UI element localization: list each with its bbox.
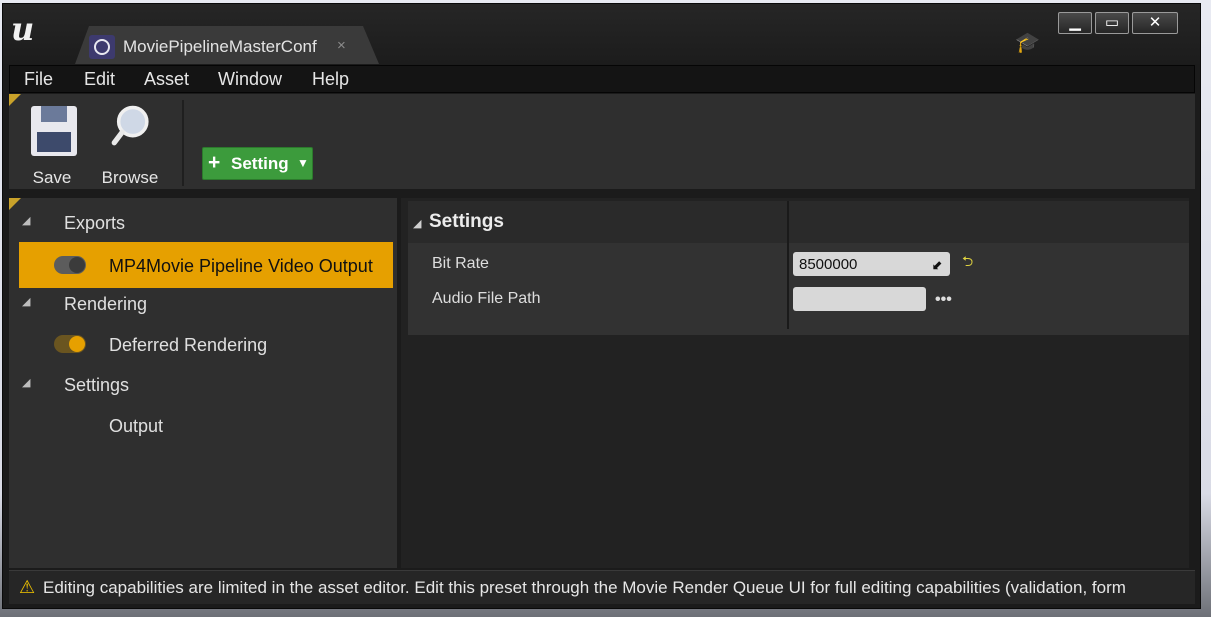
settings-list-panel: ◢ Exports MP4Movie Pipeline Video Output… xyxy=(9,198,397,568)
tree-item-deferred-rendering[interactable]: Deferred Rendering xyxy=(19,324,393,364)
unreal-logo-icon: u xyxy=(11,10,35,48)
minimize-button[interactable]: ▁ xyxy=(1058,12,1092,34)
tree-category-rendering[interactable]: ◢ Rendering xyxy=(19,283,393,323)
asset-editor-window: u MoviePipelineMasterConf × 🎓 ▁ ▭ ✕ File… xyxy=(2,3,1201,609)
enable-toggle[interactable] xyxy=(54,335,86,353)
expand-arrow-icon[interactable]: ◢ xyxy=(22,214,30,227)
movie-pipeline-asset-icon xyxy=(89,35,115,59)
menu-window[interactable]: Window xyxy=(218,69,282,90)
tab-title: MoviePipelineMasterConf xyxy=(123,37,317,56)
audio-file-path-input[interactable] xyxy=(793,287,926,311)
menu-help[interactable]: Help xyxy=(312,69,349,90)
tree-item-output[interactable]: Output xyxy=(19,405,393,445)
warning-icon: ⚠ xyxy=(19,577,36,597)
add-setting-button[interactable]: + Setting ▼ xyxy=(202,147,313,180)
menu-asset[interactable]: Asset xyxy=(144,69,189,90)
bit-rate-label: Bit Rate xyxy=(432,255,489,272)
spin-arrows-icon[interactable]: ⬋ xyxy=(932,257,943,273)
asset-tab[interactable]: MoviePipelineMasterConf × xyxy=(75,26,379,64)
title-bar[interactable]: u MoviePipelineMasterConf × 🎓 ▁ ▭ ✕ xyxy=(3,4,1200,64)
tab-close-icon[interactable]: × xyxy=(337,37,346,54)
browse-label: Browse xyxy=(101,168,159,187)
status-bar: ⚠ Editing capabilities are limited in th… xyxy=(9,570,1195,604)
tutorial-hat-icon[interactable]: 🎓 xyxy=(1015,30,1040,55)
toolbar: Save Browse + Setting ▼ xyxy=(9,94,1195,189)
tree-category-settings[interactable]: ◢ Settings xyxy=(19,364,393,404)
details-section-header[interactable]: ◢ Settings xyxy=(408,201,1189,243)
item-label: Output xyxy=(109,416,164,436)
expand-arrow-icon[interactable]: ◢ xyxy=(22,295,30,308)
category-label: Exports xyxy=(64,213,126,233)
details-section: ◢ Settings Bit Rate 8500000 ⬋ ⮌ Audio Fi… xyxy=(408,201,1189,335)
bit-rate-value: 8500000 xyxy=(799,256,858,273)
section-title: Settings xyxy=(429,211,504,232)
collapse-arrow-icon[interactable]: ◢ xyxy=(413,217,421,230)
plus-icon: + xyxy=(208,151,221,174)
menu-edit[interactable]: Edit xyxy=(84,69,115,90)
close-button[interactable]: ✕ xyxy=(1132,12,1178,34)
enable-toggle[interactable] xyxy=(54,256,86,274)
save-button[interactable]: Save xyxy=(17,102,87,187)
menu-bar: File Edit Asset Window Help xyxy=(9,65,1195,93)
floppy-disk-icon xyxy=(31,106,77,156)
magnifier-icon xyxy=(111,105,149,146)
browse-path-button[interactable]: ••• xyxy=(935,291,952,309)
menu-file[interactable]: File xyxy=(24,69,53,90)
details-panel: ◢ Settings Bit Rate 8500000 ⬋ ⮌ Audio Fi… xyxy=(401,198,1189,568)
add-setting-label: Setting xyxy=(231,154,289,173)
expand-arrow-icon[interactable]: ◢ xyxy=(22,376,30,389)
category-label: Rendering xyxy=(64,294,148,314)
audio-file-path-label: Audio File Path xyxy=(432,290,541,307)
category-label: Settings xyxy=(64,375,130,395)
tree-item-mp4-video-output[interactable]: MP4Movie Pipeline Video Output xyxy=(19,242,393,288)
browse-button[interactable]: Browse xyxy=(95,102,165,187)
status-message: Editing capabilities are limited in the … xyxy=(43,578,1126,597)
column-divider[interactable] xyxy=(787,201,789,329)
toolbar-separator xyxy=(182,100,184,186)
reset-to-default-icon[interactable]: ⮌ xyxy=(962,251,973,275)
maximize-button[interactable]: ▭ xyxy=(1095,12,1129,34)
bit-rate-input[interactable]: 8500000 ⬋ xyxy=(793,252,950,276)
item-label: Deferred Rendering xyxy=(109,335,268,355)
chevron-down-icon: ▼ xyxy=(297,156,309,170)
item-label: MP4Movie Pipeline Video Output xyxy=(109,256,373,276)
tree-category-exports[interactable]: ◢ Exports xyxy=(19,202,393,242)
save-label: Save xyxy=(32,168,72,187)
